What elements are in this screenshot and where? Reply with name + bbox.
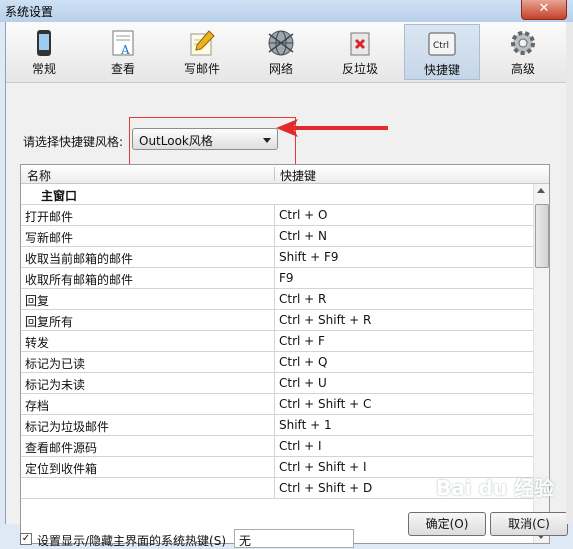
window-edge-scrollbar [566,22,573,524]
table-row[interactable]: 转发 Ctrl + F [21,331,533,352]
cancel-button-label: 取消(C) [508,517,550,531]
svg-text:A: A [120,43,130,57]
row-name: 定位到收件箱 [25,462,98,476]
table-row[interactable]: 收取所有邮箱的邮件 F9 [21,268,533,289]
table-row[interactable]: 标记为已读 Ctrl + Q [21,352,533,373]
baidu-watermark: Bai du 经验 [436,476,555,500]
scrollbar-thumb[interactable] [535,204,549,268]
table-row[interactable]: 打开邮件 Ctrl + O [21,205,533,226]
annotation-arrow-icon [276,119,388,137]
table-row[interactable]: 回复 Ctrl + R [21,289,533,310]
gear-icon [511,31,535,55]
column-header-key[interactable]: 快捷键 [280,167,316,184]
tab-view[interactable]: A 查看 [85,24,161,80]
phone-icon [37,30,51,56]
scroll-up-icon[interactable] [537,188,545,193]
column-header-name[interactable]: 名称 [27,167,51,184]
tab-general-label: 常规 [31,62,56,76]
row-name: 存档 [25,399,50,413]
row-key: Ctrl + R [279,292,327,306]
row-name: 转发 [25,336,50,350]
checkmark-icon: ✓ [21,533,31,544]
row-name: 标记为已读 [25,357,86,371]
table-row[interactable]: 写新邮件 Ctrl + N [21,226,533,247]
row-name: 写新邮件 [25,231,74,245]
scheme-label: 请选择快捷键风格: [23,135,124,149]
ok-button[interactable]: 确定(O) [408,512,486,536]
row-name: 收取所有邮箱的邮件 [25,273,134,287]
hotkey-checkbox[interactable]: ✓ [20,533,32,545]
tab-advanced[interactable]: 高级 [485,24,561,80]
settings-window: 常规 A 查看 写邮件 网络 反垃圾 Ctrl 快捷键 高级 请选择快捷键风格: [5,22,573,548]
table-row[interactable]: 回复所有 Ctrl + Shift + R [21,310,533,331]
tab-general[interactable]: 常规 [6,24,82,80]
tab-advanced-label: 高级 [510,62,535,76]
ctrl-key-icon: Ctrl [428,32,456,56]
tab-shortcuts-label: 快捷键 [423,63,460,77]
document-view-icon: A [112,30,134,57]
tab-compose-label: 写邮件 [183,62,220,76]
tab-network-label: 网络 [268,62,293,76]
row-key: Ctrl + Shift + R [279,313,372,327]
shortcuts-panel: 请选择快捷键风格: OutLook风格 名称 快捷键 主窗口 打开邮件 Ctrl … [6,83,573,548]
hotkey-label: 设置显示/隐藏主界面的系统热键(S) [37,534,227,548]
row-key: Ctrl + N [279,229,328,243]
row-name: 查看邮件源码 [25,441,98,455]
group-label: 主窗口 [41,189,78,203]
tab-view-label: 查看 [110,62,135,76]
row-name: 打开邮件 [25,210,74,224]
row-key: Shift + 1 [279,418,332,432]
svg-text:Ctrl: Ctrl [433,41,449,51]
close-icon: ✕ [538,1,550,16]
row-key: Ctrl + Q [279,355,328,369]
cancel-button[interactable]: 取消(C) [490,512,568,536]
tab-compose[interactable]: 写邮件 [164,24,240,80]
tab-shortcuts[interactable]: Ctrl 快捷键 [404,24,480,80]
ok-button-label: 确定(O) [425,517,469,531]
column-divider[interactable] [274,167,275,181]
table-row[interactable]: 标记为垃圾邮件 Shift + 1 [21,415,533,436]
row-name: 标记为垃圾邮件 [25,420,110,434]
close-button[interactable]: ✕ [521,0,567,20]
row-key: Ctrl + O [279,208,328,222]
hotkey-input-value: 无 [239,534,252,548]
row-key: Ctrl + I [279,439,322,453]
pencil-notepad-icon [190,30,215,56]
table-header: 名称 快捷键 [21,165,549,184]
table-group-row[interactable]: 主窗口 [21,184,533,205]
row-key: Ctrl + Shift + C [279,397,372,411]
tab-antispam-label: 反垃圾 [341,62,378,76]
title-bar: 系统设置 ✕ [0,0,573,22]
hotkey-input[interactable]: 无 [234,529,354,548]
row-key: Ctrl + Shift + I [279,460,367,474]
table-row[interactable]: 标记为未读 Ctrl + U [21,373,533,394]
row-name: 回复所有 [25,315,74,329]
row-key: Shift + F9 [279,250,339,264]
tab-antispam[interactable]: 反垃圾 [322,24,398,80]
table-row[interactable]: 存档 Ctrl + Shift + C [21,394,533,415]
row-name: 回复 [25,294,50,308]
row-key: Ctrl + F [279,334,325,348]
row-name: 标记为未读 [25,378,86,392]
settings-toolbar: 常规 A 查看 写邮件 网络 反垃圾 Ctrl 快捷键 高级 [6,22,573,83]
globe-icon [268,30,294,56]
tab-network[interactable]: 网络 [243,24,319,80]
window-title: 系统设置 [5,5,54,19]
table-row[interactable]: 收取当前邮箱的邮件 Shift + F9 [21,247,533,268]
row-name: 收取当前邮箱的邮件 [25,252,134,266]
row-key: Ctrl + U [279,376,327,390]
row-key: F9 [279,271,294,285]
row-key: Ctrl + Shift + D [279,481,373,495]
table-row[interactable]: 查看邮件源码 Ctrl + I [21,436,533,457]
trash-block-icon [350,32,370,56]
